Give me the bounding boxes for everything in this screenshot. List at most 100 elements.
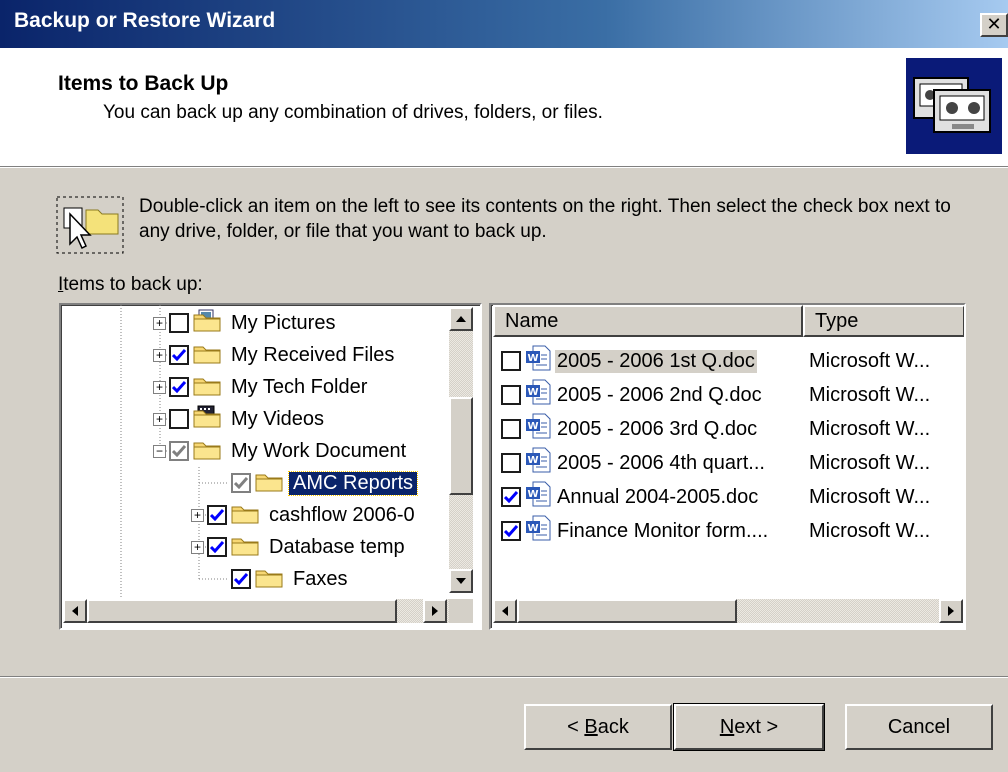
tree-scroll-right-button[interactable] bbox=[423, 599, 447, 623]
list-item-name: Finance Monitor form.... bbox=[557, 519, 769, 542]
tree-item-label: Faxes bbox=[293, 567, 348, 590]
cancel-button[interactable]: Cancel bbox=[845, 704, 993, 750]
expand-icon[interactable]: + bbox=[191, 540, 204, 554]
tree-item[interactable]: + cashflow 2006-0 bbox=[191, 499, 419, 531]
tree-item-checkbox[interactable] bbox=[207, 537, 227, 557]
tree-item[interactable]: AMC Reports bbox=[231, 467, 419, 499]
footer-divider bbox=[0, 676, 1008, 678]
tree-item-label: AMC Reports bbox=[287, 470, 419, 496]
list-item[interactable]: W 2005 - 2006 2nd Q.doc bbox=[501, 379, 764, 411]
expand-icon[interactable]: + bbox=[153, 348, 166, 362]
instruction-text: Double-click an item on the left to see … bbox=[139, 196, 951, 242]
tree-item-label: cashflow 2006-0 bbox=[269, 503, 415, 526]
tree-item-checkbox[interactable] bbox=[169, 441, 189, 461]
svg-text:W: W bbox=[527, 523, 538, 534]
list-item-name: 2005 - 2006 3rd Q.doc bbox=[557, 417, 758, 440]
tree-item[interactable]: + My Tech Folder bbox=[153, 371, 371, 403]
column-header-name[interactable]: Name bbox=[493, 305, 803, 337]
column-header-type[interactable]: Type bbox=[803, 305, 964, 337]
back-label: ack bbox=[597, 715, 629, 738]
folder-icon bbox=[193, 340, 221, 370]
arrow-down-icon bbox=[456, 578, 466, 584]
list-item-type: Microsoft W... bbox=[809, 486, 931, 508]
file-list[interactable]: Name Type W 2005 - 2006 1st Q.doc Microsof… bbox=[489, 303, 966, 630]
tree-hscroll-thumb[interactable] bbox=[87, 599, 397, 623]
back-button[interactable]: < Back bbox=[524, 704, 672, 750]
header-divider bbox=[0, 166, 1008, 168]
folder-tree[interactable]: + My Pictures + My Received Files + My Tech F… bbox=[59, 303, 482, 630]
list-item-checkbox[interactable] bbox=[501, 453, 521, 473]
collapse-icon[interactable]: − bbox=[153, 444, 166, 458]
tree-item-checkbox[interactable] bbox=[207, 505, 227, 525]
next-label: ext > bbox=[734, 715, 779, 738]
list-item-checkbox[interactable] bbox=[501, 419, 521, 439]
next-mnemonic: N bbox=[719, 715, 735, 738]
list-hscroll-thumb[interactable] bbox=[517, 599, 737, 623]
svg-text:W: W bbox=[527, 489, 538, 500]
folder-icon bbox=[255, 468, 283, 498]
list-item-name: 2005 - 2006 2nd Q.doc bbox=[557, 383, 762, 406]
items-to-back-up-label: Items to back up: bbox=[58, 274, 203, 296]
tree-item-label: Database temp bbox=[269, 535, 405, 558]
word-document-icon: W bbox=[525, 515, 551, 547]
arrow-left-icon bbox=[72, 606, 78, 616]
list-item-checkbox[interactable] bbox=[501, 351, 521, 371]
svg-text:W: W bbox=[527, 421, 538, 432]
list-item[interactable]: W 2005 - 2006 4th quart... bbox=[501, 447, 767, 479]
list-item[interactable]: W 2005 - 2006 1st Q.doc bbox=[501, 345, 757, 377]
list-item-checkbox[interactable] bbox=[501, 487, 521, 507]
svg-text:W: W bbox=[527, 353, 538, 364]
tree-item-label: My Work Document bbox=[231, 439, 407, 462]
tree-item-checkbox[interactable] bbox=[231, 569, 251, 589]
next-button[interactable]: Next > bbox=[673, 703, 825, 751]
word-document-icon: W bbox=[525, 481, 551, 513]
arrow-left-icon bbox=[502, 606, 508, 616]
tree-item[interactable]: + My Videos bbox=[153, 403, 328, 435]
expand-icon[interactable]: + bbox=[153, 412, 166, 426]
tree-scroll-up-button[interactable] bbox=[449, 307, 473, 331]
page-title: Items to Back Up bbox=[58, 72, 229, 95]
close-icon: ✕ bbox=[986, 14, 1002, 34]
list-item-type: Microsoft W... bbox=[809, 520, 931, 542]
svg-text:W: W bbox=[527, 455, 538, 466]
list-item-checkbox[interactable] bbox=[501, 521, 521, 541]
expand-icon[interactable]: + bbox=[191, 508, 204, 522]
tree-vscroll-thumb[interactable] bbox=[449, 397, 473, 495]
arrow-right-icon bbox=[432, 606, 438, 616]
tree-item-label: My Videos bbox=[231, 407, 325, 430]
window-title: Backup or Restore Wizard bbox=[14, 9, 276, 32]
list-item[interactable]: W 2005 - 2006 3rd Q.doc bbox=[501, 413, 759, 445]
tree-item-checkbox[interactable] bbox=[231, 473, 251, 493]
back-prefix: < bbox=[567, 715, 585, 738]
tree-item[interactable]: + My Pictures bbox=[153, 307, 339, 339]
list-item[interactable]: W Annual 2004-2005.doc bbox=[501, 481, 760, 513]
list-item-checkbox[interactable] bbox=[501, 385, 521, 405]
tree-item-checkbox[interactable] bbox=[169, 377, 189, 397]
tree-item[interactable]: + Database temp bbox=[191, 531, 409, 563]
tree-item-checkbox[interactable] bbox=[169, 409, 189, 429]
tree-scroll-down-button[interactable] bbox=[449, 569, 473, 593]
tree-item-checkbox[interactable] bbox=[169, 313, 189, 333]
backup-tapes-icon bbox=[906, 58, 1002, 154]
list-scroll-left-button[interactable] bbox=[493, 599, 517, 623]
list-item-name: 2005 - 2006 1st Q.doc bbox=[555, 349, 757, 373]
tree-item-label: My Tech Folder bbox=[231, 375, 368, 398]
tree-item-checkbox[interactable] bbox=[169, 345, 189, 365]
tree-item[interactable]: Faxes bbox=[231, 563, 351, 595]
folder-icon bbox=[255, 564, 283, 594]
tree-item[interactable]: − My Work Document bbox=[153, 435, 410, 467]
list-item[interactable]: W Finance Monitor form.... bbox=[501, 515, 770, 547]
tree-item-label: My Received Files bbox=[231, 343, 395, 366]
items-label-text: tems to back up: bbox=[63, 274, 203, 295]
expand-icon[interactable]: + bbox=[153, 380, 166, 394]
word-document-icon: W bbox=[525, 379, 551, 411]
list-scroll-right-button[interactable] bbox=[939, 599, 963, 623]
expand-icon[interactable]: + bbox=[153, 316, 166, 330]
tree-scroll-corner bbox=[449, 599, 473, 623]
list-item-type: Microsoft W... bbox=[809, 418, 931, 440]
title-bar[interactable]: Backup or Restore Wizard ✕ bbox=[0, 0, 1008, 48]
tree-item[interactable]: + My Received Files bbox=[153, 339, 398, 371]
list-item-name: Annual 2004-2005.doc bbox=[557, 485, 759, 508]
tree-scroll-left-button[interactable] bbox=[63, 599, 87, 623]
close-button[interactable]: ✕ bbox=[980, 13, 1008, 37]
